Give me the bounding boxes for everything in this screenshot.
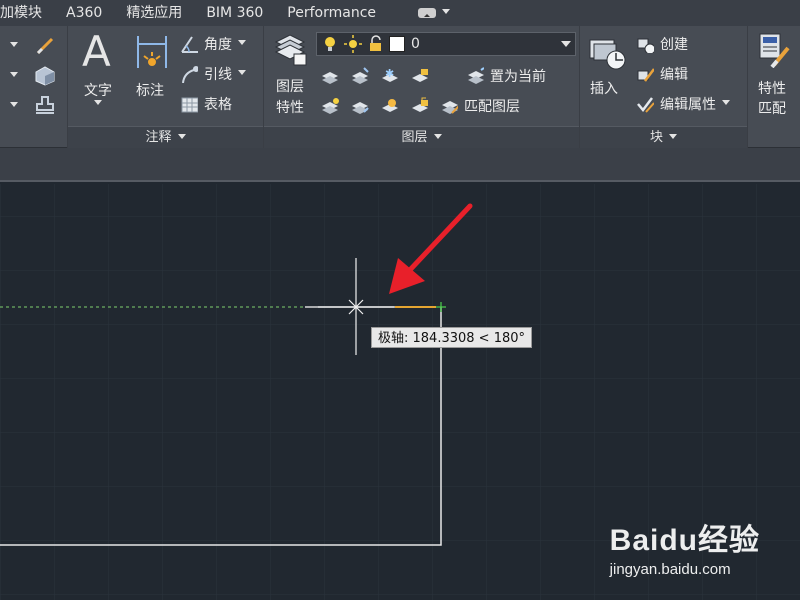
chevron-down-icon bbox=[722, 99, 730, 109]
ribbon-tab-bar: 加模块 A360 精选应用 BIM 360 Performance bbox=[0, 0, 800, 26]
match-layer-label: 匹配图层 bbox=[464, 99, 520, 115]
edit-label: 编辑 bbox=[660, 67, 688, 83]
match-layer-button[interactable]: 匹配图层 bbox=[440, 96, 520, 116]
layer-thaw-icon bbox=[382, 99, 398, 112]
table-icon bbox=[181, 97, 198, 113]
layer-color-swatch bbox=[389, 36, 405, 52]
edit-block-button[interactable]: 编辑 bbox=[636, 64, 688, 84]
block-title: 块 bbox=[649, 130, 663, 145]
set-current-label: 置为当前 bbox=[490, 69, 546, 85]
tab-bim360[interactable]: BIM 360 bbox=[194, 0, 275, 26]
match-layer-icon bbox=[442, 101, 458, 114]
panel-title-block[interactable]: 块 bbox=[580, 126, 747, 148]
dimension-button-label[interactable]: 标注 bbox=[136, 80, 164, 100]
text-button-label[interactable]: 文字 bbox=[84, 80, 112, 100]
text-icon[interactable]: A bbox=[82, 28, 111, 76]
edit-attributes-button[interactable]: 编辑属性 bbox=[636, 94, 730, 114]
layer-properties-label-2[interactable]: 特性 bbox=[276, 97, 304, 117]
stamp-icon[interactable] bbox=[33, 94, 57, 116]
panel-properties-partial: 特性 匹配 bbox=[748, 26, 800, 148]
set-current-layer-button[interactable]: 置为当前 bbox=[466, 66, 546, 86]
layers-title: 图层 bbox=[401, 130, 428, 145]
chevron-down-icon bbox=[669, 134, 677, 143]
table-button[interactable]: 表格 bbox=[180, 94, 232, 114]
panel-annotation: A 文字 标注 角度 引线 表格 注释 bbox=[68, 26, 264, 148]
create-label: 创建 bbox=[660, 37, 688, 53]
baidu-watermark: Baidu经验 jingyan.baidu.com bbox=[610, 515, 760, 578]
annotation-title: 注释 bbox=[145, 130, 172, 145]
angle-icon bbox=[181, 36, 198, 53]
layer-tools-row-1: ✱ bbox=[322, 67, 428, 84]
file-tab-strip bbox=[0, 148, 800, 182]
chevron-down-icon bbox=[561, 41, 571, 52]
watermark-sub: jingyan.baidu.com bbox=[609, 561, 731, 578]
ribbon-minimize-control[interactable] bbox=[418, 8, 451, 18]
lightbulb-icon bbox=[325, 37, 335, 51]
layer-tools-row-2 bbox=[322, 97, 428, 114]
brush-icon[interactable] bbox=[34, 34, 56, 56]
chevron-down-icon[interactable] bbox=[94, 100, 102, 109]
chevron-down-icon[interactable] bbox=[10, 42, 18, 51]
tab-featured-apps[interactable]: 精选应用 bbox=[114, 0, 194, 26]
layer-freeze-icon: ✱ bbox=[382, 67, 398, 82]
insert-block-icon[interactable] bbox=[588, 34, 628, 72]
leader-button[interactable]: 引线 bbox=[180, 64, 246, 84]
angle-label: 角度 bbox=[204, 37, 232, 53]
ribbon-toggle-icon bbox=[418, 8, 437, 18]
layer-on-icon bbox=[322, 98, 339, 114]
layer-properties-label-1[interactable]: 图层 bbox=[276, 76, 304, 96]
edit-attributes-label: 编辑属性 bbox=[660, 97, 716, 113]
current-layer-name: 0 bbox=[411, 36, 420, 52]
sun-icon bbox=[344, 35, 362, 53]
layer-unlock-icon bbox=[412, 97, 428, 112]
layer-isolate-icon bbox=[352, 67, 369, 84]
layer-off-icon bbox=[322, 72, 338, 84]
unlock-icon bbox=[370, 35, 381, 51]
edit-attributes-icon bbox=[637, 97, 654, 113]
chevron-down-icon bbox=[177, 134, 186, 143]
layer-dropdown[interactable]: 0 bbox=[316, 32, 576, 56]
dimension-icon[interactable] bbox=[134, 32, 170, 72]
create-block-button[interactable]: 创建 bbox=[636, 34, 688, 54]
panel-title-annotation[interactable]: 注释 bbox=[68, 126, 263, 148]
chevron-down-icon[interactable] bbox=[10, 72, 18, 81]
chevron-down-icon bbox=[433, 134, 442, 143]
tab-performance[interactable]: Performance bbox=[275, 0, 388, 26]
chevron-down-icon bbox=[238, 69, 246, 79]
leader-icon bbox=[182, 66, 198, 83]
table-label: 表格 bbox=[204, 97, 232, 113]
chevron-down-icon bbox=[238, 39, 246, 49]
match-properties-label-1[interactable]: 特性 bbox=[758, 78, 786, 98]
chevron-down-icon[interactable] bbox=[10, 102, 18, 111]
panel-block: 插入 创建 编辑 编辑属性 块 bbox=[580, 26, 748, 148]
set-current-icon bbox=[468, 67, 484, 84]
layer-lock-icon bbox=[412, 69, 428, 82]
solid-box-icon[interactable] bbox=[33, 64, 57, 86]
tab-a360[interactable]: A360 bbox=[54, 0, 114, 26]
ribbon: A 文字 标注 角度 引线 表格 注释 图层 特性 ✱ 置为当前 匹配图层 图层… bbox=[0, 26, 800, 148]
layer-unisolate-icon bbox=[352, 102, 369, 114]
watermark-main: Baidu经验 bbox=[609, 524, 760, 557]
layer-properties-icon[interactable] bbox=[274, 30, 308, 66]
polar-tracking-tooltip: 极轴: 184.3308 < 180° bbox=[371, 327, 533, 348]
match-properties-label-2[interactable]: 匹配 bbox=[758, 98, 786, 118]
insert-label[interactable]: 插入 bbox=[590, 78, 618, 98]
panel-title-layers[interactable]: 图层 bbox=[264, 126, 579, 148]
svg-text:✱: ✱ bbox=[385, 67, 394, 80]
create-block-icon bbox=[637, 38, 654, 53]
match-properties-icon[interactable] bbox=[758, 32, 790, 68]
edit-block-icon bbox=[637, 68, 654, 82]
angle-button[interactable]: 角度 bbox=[180, 34, 246, 54]
leader-label: 引线 bbox=[204, 67, 232, 83]
chevron-down-icon bbox=[442, 8, 451, 18]
panel-modify-partial bbox=[0, 26, 68, 148]
tab-addins[interactable]: 加模块 bbox=[0, 0, 54, 26]
